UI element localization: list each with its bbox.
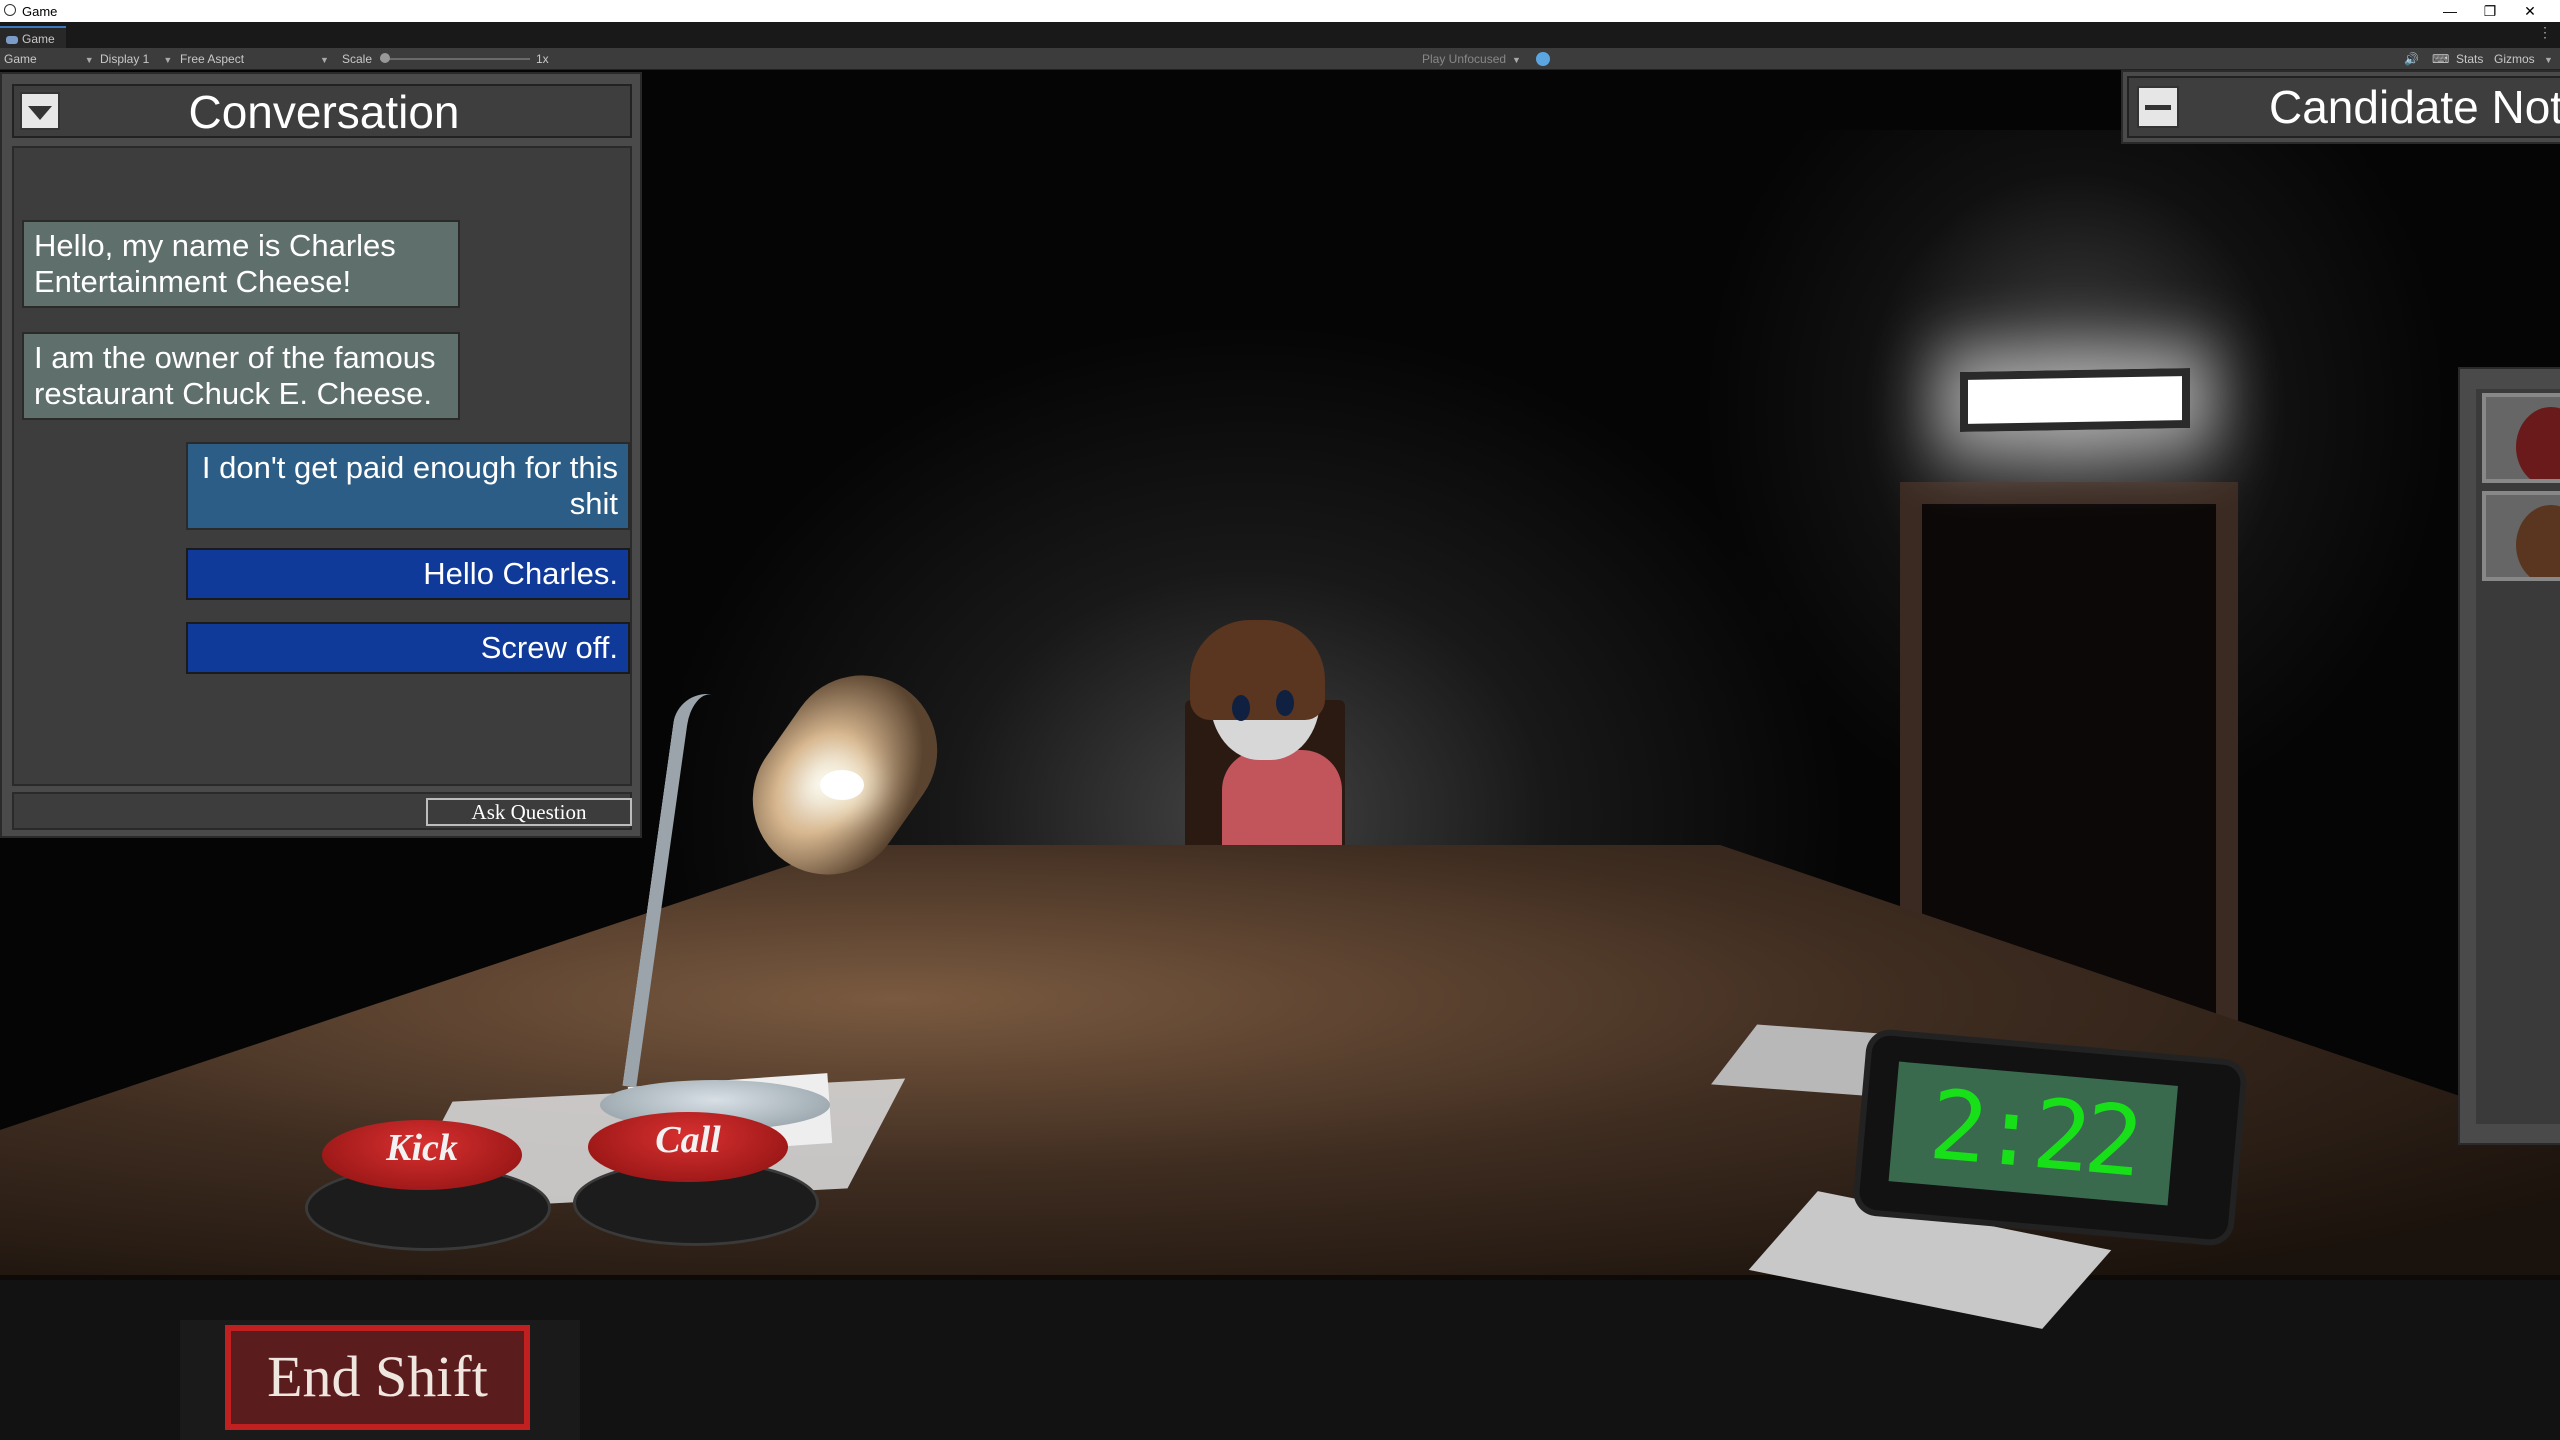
tab-menu-icon[interactable]: ⋮	[2538, 24, 2552, 41]
desk-lamp-bulb	[820, 770, 864, 800]
game-toolbar: Game ▼ Display 1 ▼ Free Aspect ▼ Scale 1x P…	[0, 48, 2560, 70]
close-button[interactable]: ✕	[2510, 0, 2550, 22]
minimize-panel-button[interactable]	[2137, 86, 2179, 128]
candidate-list-panel	[2458, 367, 2560, 1145]
conversation-footer: Ask Question	[12, 792, 632, 830]
minus-icon	[2145, 105, 2171, 110]
debug-icon[interactable]	[1536, 52, 1550, 66]
scale-slider-track[interactable]	[380, 58, 530, 60]
gamepad-icon	[6, 35, 18, 44]
chevron-down-icon: ▼	[1512, 55, 1521, 65]
view-mode-label: Game	[4, 52, 37, 66]
editor-tabbar: Game ⋮	[0, 22, 2560, 48]
ask-question-button[interactable]: Ask Question	[426, 798, 632, 826]
candidate-notes-panel: Candidate Not	[2121, 70, 2560, 144]
display-label: Display 1	[100, 52, 150, 66]
kick-button[interactable]: Kick	[322, 1120, 522, 1190]
candidate-notes-header: Candidate Not	[2127, 76, 2560, 138]
scale-slider-knob[interactable]	[380, 53, 390, 63]
minimize-button[interactable]: —	[2430, 0, 2470, 22]
display-dropdown[interactable]: Display 1 ▼	[100, 51, 172, 68]
stats-button[interactable]: Stats	[2456, 51, 2483, 67]
chevron-down-icon: ▼	[84, 55, 94, 65]
chevron-down-icon	[28, 106, 52, 120]
tab-game-label: Game	[22, 32, 55, 46]
conversation-title: Conversation	[188, 86, 460, 138]
candidate-thumbnail[interactable]	[2482, 491, 2560, 581]
conversation-panel: Conversation Hello, my name is Charles E…	[0, 72, 642, 838]
gizmos-button[interactable]: Gizmos	[2494, 51, 2535, 67]
call-button[interactable]: Call	[588, 1112, 788, 1182]
candidate-message: Hello, my name is Charles Entertainment …	[22, 220, 460, 308]
audio-icon[interactable]: 🔊	[2404, 51, 2419, 67]
clock-time: 2:22	[1888, 1061, 2178, 1206]
scale-value: 1x	[536, 52, 549, 66]
window-titlebar: Game — ❐ ✕	[0, 0, 2560, 22]
aspect-label: Free Aspect	[180, 52, 245, 66]
aspect-dropdown[interactable]: Free Aspect ▼	[180, 51, 329, 68]
scale-label: Scale	[342, 52, 373, 66]
window-title: Game	[22, 4, 58, 19]
restore-button[interactable]: ❐	[2470, 0, 2510, 22]
dialogue-choice-button[interactable]: Screw off.	[186, 622, 630, 674]
play-mode-label: Play Unfocused	[1422, 52, 1507, 66]
collapse-button[interactable]	[20, 92, 60, 130]
end-shift-button[interactable]: End Shift	[225, 1325, 530, 1430]
unity-logo-icon	[4, 4, 16, 16]
candidate-notes-title: Candidate Not	[2269, 81, 2560, 133]
view-mode-dropdown[interactable]: Game ▼	[4, 51, 94, 68]
chevron-down-icon: ▼	[320, 55, 329, 65]
candidate-thumbnail[interactable]	[2482, 393, 2560, 483]
candidate-message: I am the owner of the famous restaurant …	[22, 332, 460, 420]
chevron-down-icon[interactable]: ▼	[2544, 51, 2553, 68]
chevron-down-icon: ▼	[163, 55, 173, 65]
conversation-log[interactable]: Hello, my name is Charles Entertainment …	[12, 146, 632, 786]
play-mode-dropdown[interactable]: Play Unfocused ▼	[1422, 51, 1521, 68]
candidate-portrait	[2516, 505, 2560, 577]
keyboard-icon[interactable]: ⌨	[2432, 51, 2449, 67]
candidate-portrait	[2516, 407, 2560, 479]
dialogue-choice-button[interactable]: Hello Charles.	[186, 548, 630, 600]
player-message: I don't get paid enough for this shit	[186, 442, 630, 530]
tab-game[interactable]: Game	[0, 26, 66, 48]
conversation-header: Conversation	[12, 84, 632, 138]
desk-clock: 2:22	[1858, 1034, 2242, 1241]
